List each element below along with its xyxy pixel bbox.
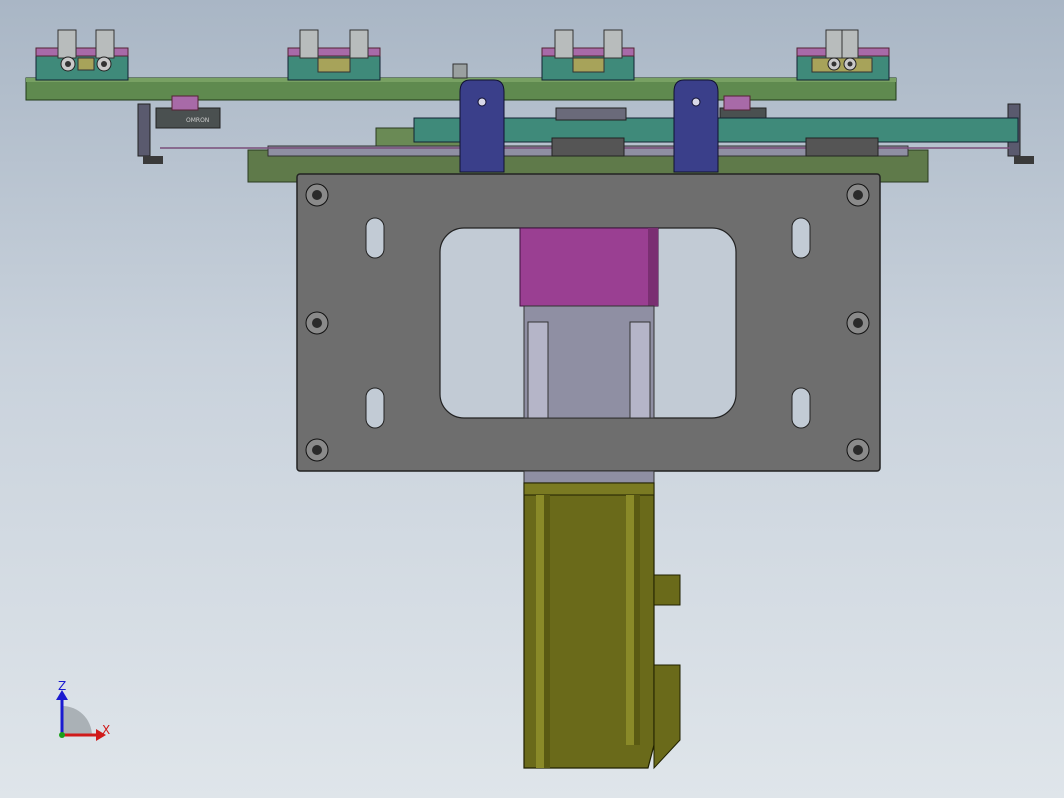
sensor-left-text: OMRON — [186, 117, 209, 124]
x-axis-label: X — [102, 723, 110, 737]
top-rail-highlight — [26, 78, 896, 82]
assembly-drawing: OMRON OMRON — [25, 29, 1034, 770]
bracket-left — [459, 79, 505, 173]
clamp-assembly-1 — [35, 29, 129, 81]
clamp-assembly-2 — [287, 29, 381, 81]
motor-housing — [519, 227, 659, 307]
bracket-right — [673, 79, 719, 173]
rail-screw — [452, 63, 468, 79]
clamp-assembly-3 — [541, 29, 635, 81]
clamp-assembly-4 — [796, 29, 890, 81]
motor-body — [523, 482, 681, 770]
z-axis-label: Z — [58, 679, 66, 693]
axis-triad: Z X — [56, 679, 110, 741]
sensor-left: OMRON — [137, 95, 221, 164]
cad-viewport[interactable]: OMRON OMRON — [0, 0, 1064, 798]
